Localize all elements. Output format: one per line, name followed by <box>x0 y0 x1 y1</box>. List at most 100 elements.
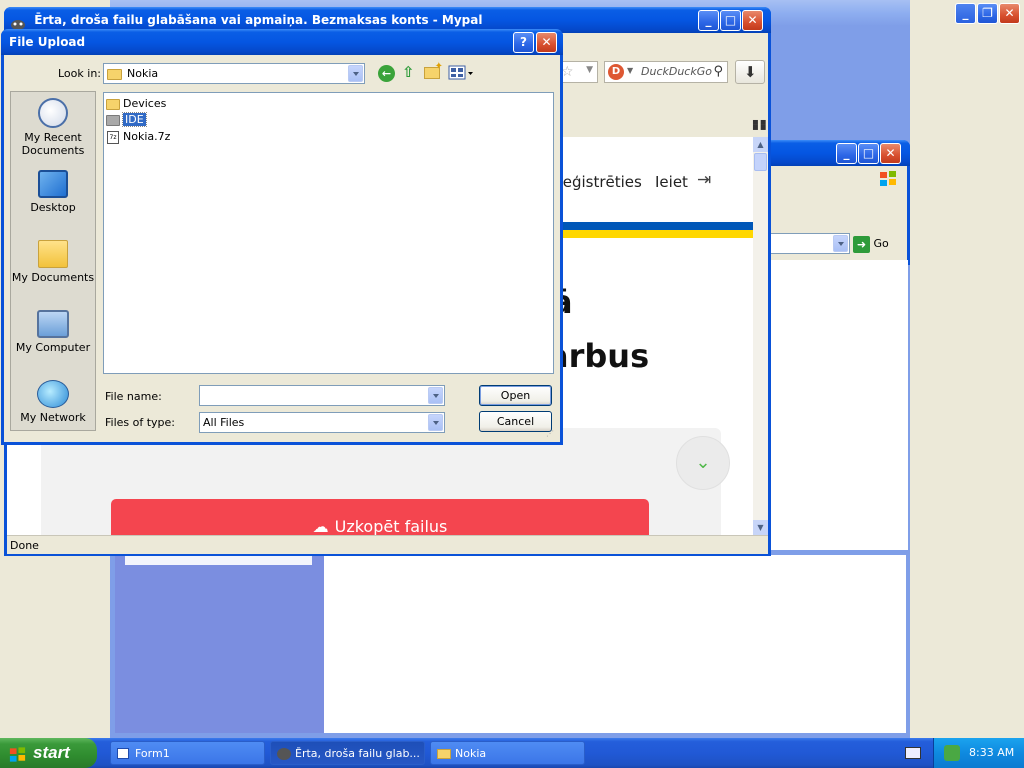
keyboard-icon[interactable] <box>905 747 921 759</box>
chevron-down-icon[interactable] <box>348 65 363 82</box>
filetype-combo[interactable]: All Files <box>199 412 445 433</box>
upload-files-button[interactable]: ☁ Uzkopēt failus <box>111 499 649 535</box>
chevron-down-icon[interactable] <box>833 235 848 252</box>
desktop-icon <box>38 170 68 198</box>
ie-minimize-button[interactable]: _ <box>836 143 857 164</box>
form1-top-minimize-button[interactable]: _ <box>955 3 976 24</box>
status-text: Done <box>10 539 39 552</box>
folder-icon <box>106 114 120 126</box>
login-icon[interactable]: ⇥ <box>697 170 711 190</box>
open-button[interactable]: Open <box>479 385 552 406</box>
file-name-selected: IDE <box>122 112 147 127</box>
place-my-computer[interactable]: My Computer <box>11 310 95 354</box>
task-label: Ērta, droša failu glab... <box>295 747 420 760</box>
recent-documents-icon <box>38 98 68 128</box>
search-icon[interactable]: ⚲ <box>713 64 723 79</box>
browser-minimize-button[interactable]: _ <box>698 10 719 31</box>
network-tray-icon[interactable] <box>944 745 960 761</box>
place-desktop-label: Desktop <box>30 201 76 214</box>
resize-grip-icon[interactable]: ⋰ <box>546 430 556 441</box>
dialog-body: Look in: Nokia ← ⇧ ✦ My Recent Documents… <box>4 55 560 442</box>
ie-body <box>770 260 908 550</box>
menu-grid-icon[interactable]: ▪▪ ▪▪ <box>752 118 767 133</box>
form1-sidebar <box>115 555 324 733</box>
scroll-down-button[interactable]: ▼ <box>753 520 768 535</box>
look-in-value: Nokia <box>127 67 159 80</box>
ie-maximize-button[interactable]: □ <box>858 143 879 164</box>
ie-go-button[interactable]: ➜ Go <box>853 233 898 254</box>
form1-content <box>324 555 906 733</box>
ie-close-button[interactable]: ✕ <box>880 143 901 164</box>
duckduckgo-icon[interactable]: D <box>608 64 624 80</box>
place-documents-label: My Documents <box>11 271 95 284</box>
task-browser[interactable]: Ērta, droša failu glab... <box>270 741 425 765</box>
task-form1[interactable]: Form1 <box>110 741 265 765</box>
file-list[interactable]: Devices IDE 7z Nokia.7z <box>103 92 554 374</box>
chevron-down-icon[interactable] <box>428 387 443 404</box>
filetype-label: Files of type: <box>105 416 176 429</box>
list-item[interactable]: IDE <box>106 112 147 127</box>
file-name: Devices <box>123 97 167 110</box>
chevron-down-icon[interactable] <box>428 414 443 431</box>
dialog-titlebar[interactable]: File Upload <box>1 29 563 55</box>
search-placeholder: DuckDuckGo <box>641 65 712 78</box>
chevron-down-icon[interactable]: ▼ <box>586 65 593 75</box>
my-network-icon <box>37 380 69 408</box>
task-label: Form1 <box>135 747 170 760</box>
form1-sidebar-strip <box>125 555 312 565</box>
back-icon[interactable]: ← <box>378 65 395 82</box>
browser-maximize-button[interactable]: □ <box>720 10 741 31</box>
clock[interactable]: 8:33 AM <box>969 738 1014 768</box>
dialog-title: File Upload <box>9 35 86 49</box>
page-scrollbar[interactable]: ▲ ▼ <box>753 137 768 535</box>
place-my-network[interactable]: My Network <box>11 380 95 424</box>
nav-login-link[interactable]: Ieiet <box>655 173 688 191</box>
place-recent-documents[interactable]: My Recent Documents <box>11 98 95 157</box>
download-button[interactable]: ⬇ <box>735 60 765 84</box>
status-bar: Done <box>7 535 768 554</box>
expand-circle-button[interactable]: ⌄ <box>676 436 730 490</box>
help-button[interactable]: ? <box>513 32 534 53</box>
place-desktop[interactable]: Desktop <box>11 170 95 214</box>
places-bar: My Recent Documents Desktop My Documents… <box>10 91 96 431</box>
mypal-icon <box>10 14 26 30</box>
place-computer-label: My Computer <box>15 341 91 354</box>
list-item[interactable]: 7z Nokia.7z <box>106 129 170 144</box>
archive-file-icon: 7z <box>107 130 119 144</box>
file-upload-dialog[interactable]: File Upload ? ✕ Look in: Nokia ← ⇧ ✦ My … <box>1 29 563 445</box>
new-folder-icon[interactable]: ✦ <box>424 61 443 79</box>
search-box[interactable]: D ▼ DuckDuckGo ⚲ <box>604 61 728 83</box>
taskbar: start Form1 Ērta, droša failu glab... No… <box>0 738 1024 768</box>
form1-top-close-button[interactable]: ✕ <box>999 3 1020 24</box>
start-button[interactable]: start <box>0 738 97 768</box>
cancel-button[interactable]: Cancel <box>479 411 552 432</box>
up-folder-icon[interactable]: ⇧ <box>402 63 420 82</box>
place-my-documents[interactable]: My Documents <box>11 240 95 284</box>
nav-register-link[interactable]: Reģistrēties <box>553 173 642 191</box>
form1-top-restore-button[interactable]: ❐ <box>977 3 998 24</box>
upload-files-label: Uzkopēt failus <box>334 517 448 535</box>
dialog-close-button[interactable]: ✕ <box>536 32 557 53</box>
task-nokia[interactable]: Nokia <box>430 741 585 765</box>
scroll-up-button[interactable]: ▲ <box>753 137 768 152</box>
ie-address-combo[interactable] <box>770 233 850 254</box>
filetype-value: All Files <box>203 416 245 429</box>
flag-stripe-blue <box>559 222 753 230</box>
list-item[interactable]: Devices <box>106 96 166 111</box>
browser-close-button[interactable]: ✕ <box>742 10 763 31</box>
folder-icon <box>107 68 122 80</box>
chevron-down-icon[interactable]: ▼ <box>627 66 633 75</box>
windows-flag-icon <box>878 170 898 188</box>
look-in-combo[interactable]: Nokia <box>103 63 365 84</box>
views-menu-icon[interactable] <box>448 65 474 81</box>
filename-combo[interactable] <box>199 385 445 406</box>
flag-stripe-yellow <box>559 230 753 238</box>
place-network-label: My Network <box>20 411 86 424</box>
file-name: Nokia.7z <box>123 130 171 143</box>
system-tray: 8:33 AM <box>933 738 1024 768</box>
cloud-upload-icon: ☁ <box>312 517 329 535</box>
mypal-icon <box>277 748 291 760</box>
start-label: start <box>33 743 70 762</box>
scroll-thumb[interactable] <box>754 153 767 171</box>
window-icon <box>117 748 129 759</box>
